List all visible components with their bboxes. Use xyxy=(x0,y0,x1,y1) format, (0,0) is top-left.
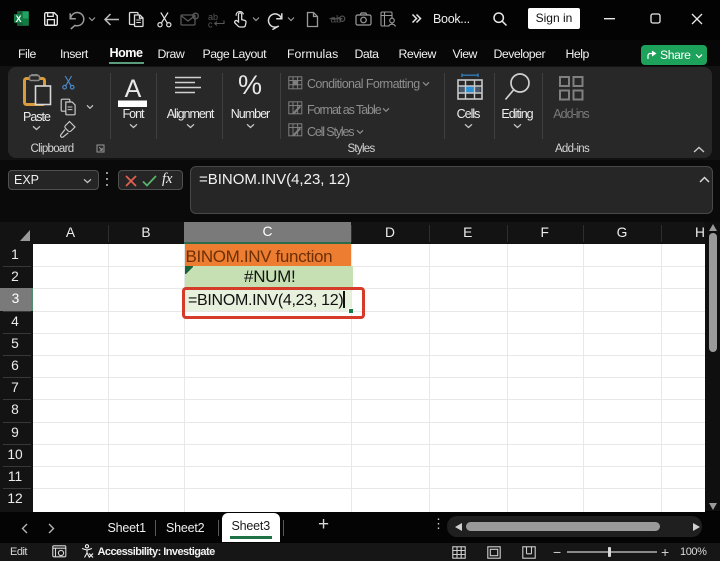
svg-text:c: c xyxy=(208,20,213,29)
svg-text:X: X xyxy=(16,14,22,24)
svg-text:A: A xyxy=(125,75,142,103)
